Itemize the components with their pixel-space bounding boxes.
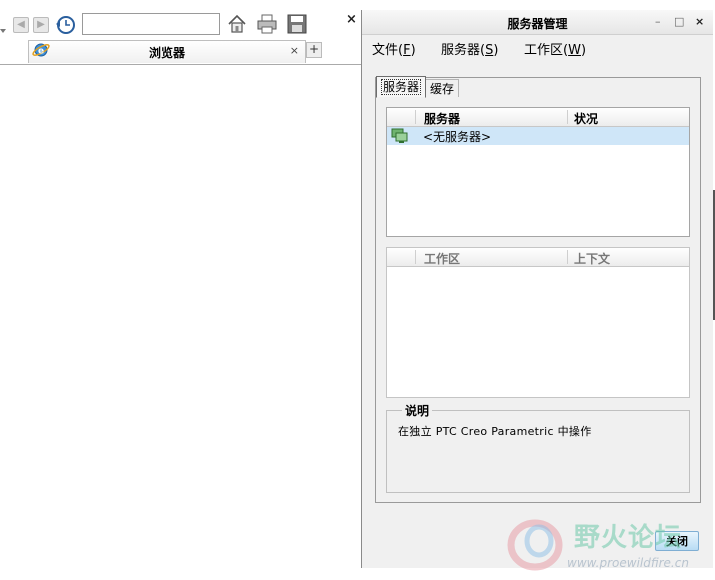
dialog-titlebar[interactable]: 服务器管理 – □ × [362, 10, 713, 35]
workspace-table-header: 工作区 上下文 [387, 248, 689, 267]
dropdown-arrow-icon[interactable] [0, 29, 6, 33]
server-name: <无服务器> [423, 130, 492, 144]
history-icon[interactable] [54, 14, 76, 36]
watermark-text: 野火论坛 [574, 523, 683, 553]
menu-server[interactable]: 服务器(S) [441, 39, 498, 58]
minimize-icon[interactable]: – [655, 15, 661, 28]
servers-table[interactable]: 服务器 状况 <无服务器> [386, 107, 690, 237]
maximize-icon[interactable]: □ [674, 15, 684, 28]
server-manager-dialog: 服务器管理 – □ × 文件(F) 服务器(S) 工作区(W) 服务器 缓存 服… [361, 10, 713, 568]
menubar: 文件(F) 服务器(S) 工作区(W) [362, 35, 713, 59]
back-icon[interactable]: ◀ [13, 17, 29, 33]
print-icon[interactable] [256, 13, 278, 35]
browser-tab-label: 浏览器 [148, 46, 185, 60]
browser-close-icon[interactable]: × [346, 12, 357, 27]
tab-servers[interactable]: 服务器 [376, 76, 427, 98]
workspace-table[interactable]: 工作区 上下文 [386, 247, 690, 398]
new-tab-icon[interactable]: + [306, 42, 322, 58]
column-server[interactable]: 服务器 [424, 110, 460, 127]
description-legend: 说明 [402, 402, 433, 419]
column-workspace[interactable]: 工作区 [424, 250, 460, 267]
menu-workspace[interactable]: 工作区(W) [524, 39, 586, 58]
watermark-logo-icon [507, 519, 563, 571]
servers-table-header: 服务器 状况 [387, 108, 689, 127]
svg-text:e: e [38, 47, 44, 57]
url-input[interactable] [82, 13, 220, 35]
column-status[interactable]: 状况 [574, 110, 598, 127]
description-text: 在独立 PTC Creo Parametric 中操作 [398, 425, 592, 438]
browser-tab-icon: e [32, 43, 50, 57]
forward-icon[interactable]: ▶ [33, 17, 49, 33]
browser-tab[interactable]: 浏览器 × [28, 40, 306, 63]
browser-tab-bar: 浏览器 × + [0, 38, 361, 65]
watermark-url: www.proewildfire.cn [567, 556, 689, 570]
tab-close-icon[interactable]: × [290, 44, 299, 57]
server-icon [391, 128, 408, 143]
dialog-close-icon[interactable]: × [695, 15, 704, 28]
column-context[interactable]: 上下文 [574, 250, 610, 267]
save-icon[interactable] [286, 13, 308, 35]
menu-file[interactable]: 文件(F) [372, 39, 416, 58]
table-row[interactable]: <无服务器> [387, 127, 689, 145]
browser-pane: ◀ ▶ × 浏览器 × + e [0, 0, 361, 580]
tab-cache[interactable]: 缓存 [425, 79, 460, 97]
home-icon[interactable] [226, 13, 248, 35]
